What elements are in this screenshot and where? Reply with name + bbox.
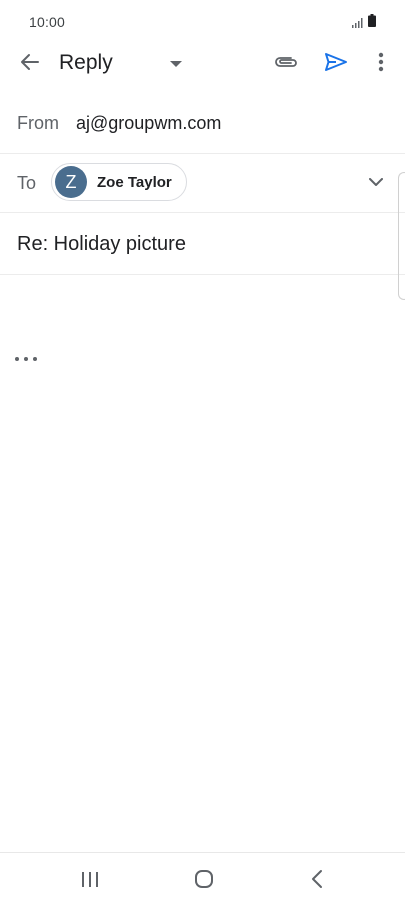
show-quoted-text-button[interactable] <box>15 352 37 366</box>
back-icon <box>306 870 328 895</box>
reply-type-dropdown[interactable] <box>166 54 186 74</box>
avatar: Z <box>55 166 87 198</box>
to-label: To <box>17 173 37 193</box>
ellipsis-dot <box>24 357 28 361</box>
recipient-chip[interactable]: Z Zoe Taylor <box>51 163 187 201</box>
recipient-name: Zoe Taylor <box>97 173 172 191</box>
home-icon <box>192 870 216 895</box>
expand-recipients-button[interactable] <box>364 171 388 195</box>
home-button[interactable] <box>192 867 216 891</box>
chevron-down-icon <box>369 174 383 192</box>
page-title: Reply <box>59 51 113 74</box>
to-field[interactable]: To Z Zoe Taylor <box>0 154 405 213</box>
more-options-button[interactable] <box>370 50 392 78</box>
send-icon <box>324 52 348 77</box>
compose-screen: 10:00 Reply From aj@groupwm.com To Z Zoe… <box>0 0 405 902</box>
from-label: From <box>17 113 59 133</box>
back-button[interactable] <box>16 50 44 78</box>
battery-icon <box>368 14 376 32</box>
system-nav-bar <box>0 852 405 902</box>
app-bar: Reply <box>0 44 405 84</box>
send-button[interactable] <box>322 50 350 78</box>
recents-icon <box>79 872 101 893</box>
dropdown-triangle-icon <box>170 55 182 73</box>
paperclip-icon <box>274 55 298 74</box>
from-field[interactable]: From aj@groupwm.com <box>0 94 405 154</box>
from-value: aj@groupwm.com <box>76 113 222 133</box>
subject-value: Re: Holiday picture <box>17 233 186 255</box>
attach-button[interactable] <box>271 50 301 78</box>
status-time: 10:00 <box>29 14 66 30</box>
more-vert-icon <box>378 52 384 77</box>
recents-button[interactable] <box>79 869 101 889</box>
ellipsis-dot <box>33 357 37 361</box>
signal-icon <box>352 15 364 33</box>
system-back-button[interactable] <box>306 867 328 891</box>
edge-panel-handle[interactable] <box>398 172 405 300</box>
subject-field[interactable]: Re: Holiday picture <box>0 213 405 275</box>
arrow-back-icon <box>20 52 40 77</box>
status-bar: 10:00 <box>0 0 405 44</box>
ellipsis-dot <box>15 357 19 361</box>
